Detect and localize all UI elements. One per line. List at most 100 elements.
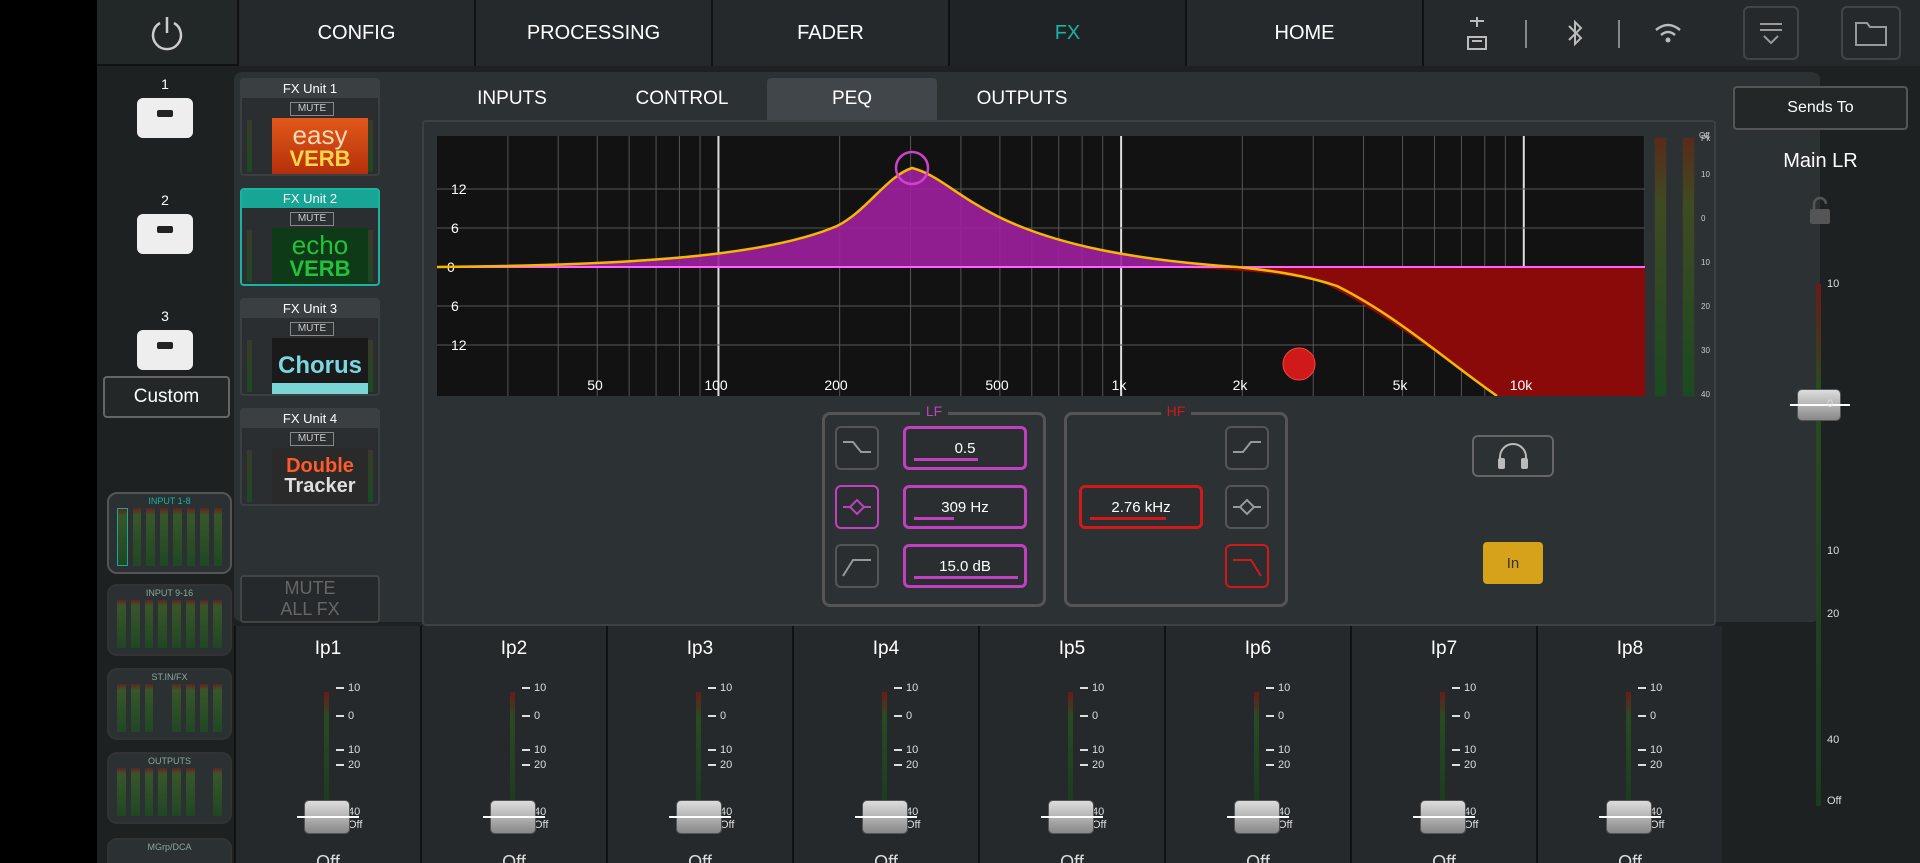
channel-fader-knob[interactable]	[483, 800, 545, 834]
fx-unit-1[interactable]: FX Unit 1 MUTE easy VERB	[240, 78, 380, 176]
lf-bell-button[interactable]	[835, 485, 879, 529]
tab-inputs[interactable]: INPUTS	[427, 78, 597, 120]
channel-strip[interactable]: Ip8 10 0 10 20 40 Off Off	[1536, 626, 1722, 863]
fader-scale-label: 20	[522, 759, 546, 771]
lf-shelf-button[interactable]	[835, 426, 879, 470]
nav-processing[interactable]: PROCESSING	[474, 0, 711, 66]
channel-fader-knob[interactable]	[669, 800, 731, 834]
meter-bars	[117, 684, 222, 732]
channel-fader-track[interactable]	[1068, 692, 1073, 812]
fx-unit-meter	[368, 340, 373, 392]
menu-button[interactable]	[1743, 6, 1799, 60]
usb-icon[interactable]	[1457, 0, 1497, 66]
channel-strip[interactable]: Ip6 10 0 10 20 40 Off Off	[1164, 626, 1350, 863]
channel-strip[interactable]: Ip1 10 0 10 20 40 Off Off	[234, 626, 420, 863]
main-lr-label: Main LR	[1783, 150, 1858, 172]
lf-frequency-field[interactable]: 309 Hz	[903, 485, 1027, 529]
tab-control[interactable]: CONTROL	[597, 78, 767, 120]
tab-outputs[interactable]: OUTPUTS	[937, 78, 1107, 120]
channel-strip[interactable]: Ip7 10 0 10 20 40 Off Off	[1350, 626, 1536, 863]
fx-unit-mute[interactable]: MUTE	[290, 102, 334, 116]
channel-level: Off	[1432, 852, 1456, 863]
meter-block-input-9-16[interactable]: INPUT 9-16	[107, 584, 232, 656]
fx-unit-mute[interactable]: MUTE	[290, 212, 334, 226]
fader-scale-label: 20	[1080, 759, 1104, 771]
channel-strips: Ip1 10 0 10 20 40 Off Off Ip2 10 0 10 20 40 Off Off Ip3 1…	[234, 626, 1820, 863]
fader-scale-label: 10	[1452, 682, 1476, 694]
fx-unit-mute[interactable]: MUTE	[290, 322, 334, 336]
nav-home[interactable]: HOME	[1185, 0, 1422, 66]
folder-button[interactable]	[1841, 6, 1901, 60]
mute-group-2-key[interactable]	[137, 214, 193, 254]
tab-peq[interactable]: PEQ	[767, 78, 937, 120]
fx-unit-mute[interactable]: MUTE	[290, 432, 334, 446]
nav-fx[interactable]: FX	[948, 0, 1185, 66]
headphones-button[interactable]	[1472, 435, 1554, 477]
channel-fader-knob[interactable]	[1227, 800, 1289, 834]
fx-unit-3[interactable]: FX Unit 3 MUTE Chorus	[240, 298, 380, 396]
channel-fader-knob[interactable]	[1041, 800, 1103, 834]
bluetooth-icon[interactable]	[1555, 0, 1595, 66]
channel-fader-track[interactable]	[324, 692, 329, 812]
channel-fader-track[interactable]	[1254, 692, 1259, 812]
channel-fader-knob[interactable]	[297, 800, 359, 834]
fader-scale-label: 0	[1080, 710, 1098, 722]
hf-shelf-button[interactable]	[1225, 426, 1269, 470]
meter-scale-label: 0	[1701, 214, 1706, 223]
freq-label: 500	[985, 377, 1009, 393]
nav-fader[interactable]: FADER	[711, 0, 948, 66]
meter-block-mgrp-dca[interactable]: MGrp/DCA	[107, 838, 232, 863]
fx-unit-title: FX Unit 2	[242, 190, 378, 208]
mute-group-3-key[interactable]	[137, 330, 193, 370]
hf-bell-button[interactable]	[1225, 485, 1269, 529]
fader-scale-label: 0	[1452, 710, 1470, 722]
meter-scale-label: 20	[1701, 302, 1710, 311]
wifi-icon[interactable]	[1645, 0, 1691, 66]
scale-label: 0	[1827, 398, 1834, 410]
fader-scale-label: 10	[336, 682, 360, 694]
lf-highpass-button[interactable]	[835, 544, 879, 588]
channel-strip[interactable]: Ip5 10 0 10 20 40 Off Off	[978, 626, 1164, 863]
channel-fader-knob[interactable]	[855, 800, 917, 834]
channel-fader-track[interactable]	[1626, 692, 1631, 812]
fx-unit-2[interactable]: FX Unit 2 MUTE echo VERB	[240, 188, 380, 286]
fader-scale-label: 20	[1638, 759, 1662, 771]
hf-handle[interactable]	[1282, 347, 1316, 381]
eq-graph[interactable]: 12 6 0 6 12 50 100 200 500 1k 2k 5k 10k	[437, 136, 1645, 396]
fx-unit-meter	[247, 340, 252, 392]
fader-scale-label: 20	[1266, 759, 1290, 771]
channel-fader-track[interactable]	[696, 692, 701, 812]
nav-config[interactable]: CONFIG	[237, 0, 474, 66]
lf-gain-value: 15.0 dB	[939, 557, 991, 575]
mute-group-1-key[interactable]	[137, 98, 193, 138]
custom-button[interactable]: Custom	[103, 376, 230, 418]
peq-in-button[interactable]: In	[1483, 542, 1543, 584]
fader-scale-label: 0	[1638, 710, 1656, 722]
channel-fader-knob[interactable]	[1599, 800, 1661, 834]
top-bar: CONFIG PROCESSING FADER FX HOME	[97, 0, 1920, 66]
channel-fader-knob[interactable]	[1413, 800, 1475, 834]
mute-all-fx-button[interactable]: MUTE ALL FX	[240, 575, 380, 623]
channel-strip[interactable]: Ip3 10 0 10 20 40 Off Off	[606, 626, 792, 863]
channel-fader-track[interactable]	[882, 692, 887, 812]
meter-block-label: INPUT 9-16	[145, 588, 194, 598]
meter-block-st-in-fx[interactable]: ST.IN/FX	[107, 668, 232, 740]
power-button[interactable]	[97, 0, 237, 66]
lf-gain-field[interactable]: 15.0 dB	[903, 544, 1027, 588]
lock-icon[interactable]	[1807, 196, 1833, 226]
channel-fader-track[interactable]	[510, 692, 515, 812]
hf-lowpass-button[interactable]	[1225, 544, 1269, 588]
mute-group-number: 1	[161, 76, 169, 92]
channel-fader-track[interactable]	[1440, 692, 1445, 812]
channel-name: Ip8	[1616, 638, 1644, 659]
meter-block-outputs[interactable]: OUTPUTS	[107, 752, 232, 824]
hf-frequency-field[interactable]: 2.76 kHz	[1079, 485, 1203, 529]
sends-to-button[interactable]: Sends To	[1733, 86, 1908, 130]
fx-unit-4[interactable]: FX Unit 4 MUTE Double Tracker	[240, 408, 380, 506]
meter-block-input-1-8[interactable]: INPUT 1-8	[107, 492, 232, 574]
lf-q-field[interactable]: 0.5	[903, 426, 1027, 470]
channel-strip[interactable]: Ip4 10 0 10 20 40 Off Off	[792, 626, 978, 863]
lf-q-value: 0.5	[954, 439, 976, 457]
channel-strip[interactable]: Ip2 10 0 10 20 40 Off Off	[420, 626, 606, 863]
meter-scale-label: Pk	[1701, 134, 1711, 143]
